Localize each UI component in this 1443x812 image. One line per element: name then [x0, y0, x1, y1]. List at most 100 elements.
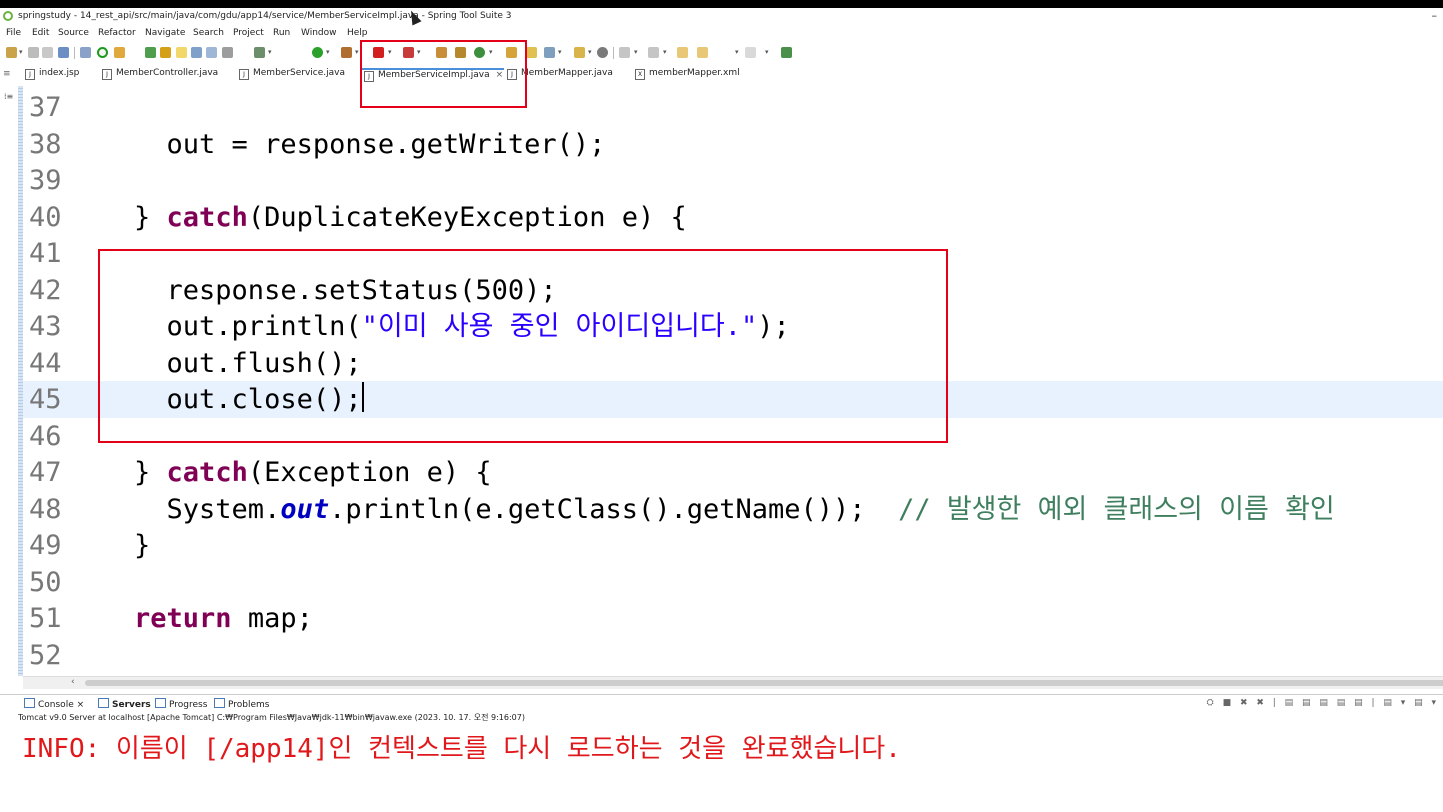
tab-member-service[interactable]: J MemberService.java [239, 68, 345, 85]
keyword: catch [166, 457, 248, 488]
menu-run[interactable]: Run [273, 28, 290, 38]
debug-icon[interactable] [97, 47, 108, 58]
console-toolbar[interactable]: ⛭ ■ ✖ ✖ | ▤ ▤ ▤ ▤ ▤ | ▤ ▾ ▤ ▾ [1207, 698, 1439, 708]
line-number: 47 [29, 457, 62, 488]
search-icon[interactable] [526, 47, 537, 58]
menu-bar: File Edit Source Refactor Navigate Searc… [0, 26, 1443, 42]
chevron-down-icon[interactable]: ▾ [588, 48, 592, 56]
build-icon[interactable] [254, 47, 265, 58]
menu-project[interactable]: Project [233, 28, 264, 38]
code-line: 52 [23, 637, 1443, 674]
tab-label: index.jsp [39, 68, 80, 78]
tab-progress[interactable]: Progress [155, 698, 207, 710]
new-icon[interactable] [6, 47, 17, 58]
menu-refactor[interactable]: Refactor [98, 28, 136, 38]
chevron-down-icon[interactable]: ▾ [663, 48, 667, 56]
code-text: map; [231, 603, 313, 634]
forward-icon[interactable] [745, 47, 756, 58]
menu-navigate[interactable]: Navigate [145, 28, 185, 38]
highlight-icon[interactable] [176, 47, 187, 58]
wand-icon[interactable] [160, 47, 171, 58]
line-number: 39 [29, 165, 62, 196]
save-all-icon[interactable] [42, 47, 53, 58]
menu-source[interactable]: Source [58, 28, 89, 38]
globe-icon[interactable] [597, 47, 608, 58]
tab-member-mapper-xml[interactable]: XmemberMapper.xml [635, 68, 740, 85]
external-tools-icon[interactable] [341, 47, 352, 58]
jsp-file-icon: J [25, 69, 35, 80]
editor-tab-bar: ≡ Jindex.jsp J MemberController.java J Mem… [0, 64, 1443, 87]
tab-index-jsp[interactable]: Jindex.jsp [25, 68, 79, 85]
screen-top-edge [0, 0, 1443, 8]
save-icon[interactable] [28, 47, 39, 58]
left-trim: ⁞≡ [0, 86, 18, 676]
previous-annotation-icon[interactable] [648, 47, 659, 58]
skip-breakpoints-icon[interactable] [80, 47, 91, 58]
chevron-down-icon[interactable]: ▾ [355, 48, 359, 56]
code-text: } [69, 457, 167, 488]
java-file-icon: J [239, 69, 249, 80]
menu-window[interactable]: Window [301, 28, 337, 38]
problems-icon [214, 698, 225, 708]
line-number: 44 [29, 348, 62, 379]
menu-edit[interactable]: Edit [32, 28, 49, 38]
code-line: 49 } [23, 527, 1443, 564]
horizontal-scrollbar[interactable]: ‹ [23, 676, 1443, 689]
annotation-box-tab [360, 40, 527, 108]
open-type-icon[interactable] [191, 47, 202, 58]
back-icon[interactable] [697, 47, 708, 58]
paragraph-icon[interactable] [222, 47, 233, 58]
tab-member-controller[interactable]: J MemberController.java [102, 68, 218, 85]
last-edit-icon[interactable] [677, 47, 688, 58]
tab-label: MemberService.java [253, 68, 345, 78]
print-icon[interactable] [58, 47, 69, 58]
scroll-left-icon[interactable]: ‹ [71, 677, 75, 687]
annotation-box-code [98, 249, 948, 443]
keyword: return [134, 603, 232, 634]
outline-toggle-icon[interactable]: ⁞≡ [4, 92, 13, 101]
refresh-icon[interactable] [114, 47, 125, 58]
menu-search[interactable]: Search [193, 28, 224, 38]
line-number: 50 [29, 567, 62, 598]
servers-icon [98, 698, 109, 708]
pin-editor-icon[interactable] [781, 47, 792, 58]
console-process-description: Tomcat v9.0 Server at localhost [Apache … [18, 713, 525, 722]
close-icon[interactable]: × [77, 700, 85, 710]
console-tab-bar: Console × Servers Progress Problems ⛭ ■ … [0, 694, 1443, 713]
chevron-down-icon[interactable]: ▾ [326, 48, 330, 56]
code-text: } [69, 530, 151, 561]
tab-label: Servers [112, 700, 151, 710]
chevron-down-icon[interactable]: ▾ [634, 48, 638, 56]
next-annotation-icon[interactable] [619, 47, 630, 58]
menu-help[interactable]: Help [347, 28, 368, 38]
view-menu-icon[interactable]: ≡ [3, 69, 11, 79]
tab-label: Progress [169, 700, 208, 710]
console-output[interactable]: INFO: 이름이 [/app14]인 컨텍스트를 다시 로드하는 것을 완료했… [18, 724, 1443, 812]
run-server-icon[interactable] [145, 47, 156, 58]
annotation-icon[interactable] [574, 47, 585, 58]
chevron-down-icon[interactable]: ▾ [558, 48, 562, 56]
line-number: 43 [29, 311, 62, 342]
open-resource-icon[interactable] [206, 47, 217, 58]
spring-tool-suite-icon [3, 11, 13, 21]
keyword: catch [166, 202, 248, 233]
code-comment: // 발생한 예외 클래스의 이름 확인 [898, 494, 1335, 525]
line-number: 52 [29, 640, 62, 671]
chevron-down-icon[interactable]: ▾ [765, 48, 769, 56]
chevron-down-icon[interactable]: ▾ [19, 48, 23, 56]
chevron-down-icon[interactable]: ▾ [268, 48, 272, 56]
tab-console[interactable]: Console × [24, 698, 84, 710]
tab-servers[interactable]: Servers [98, 698, 151, 710]
run-icon[interactable] [312, 47, 323, 58]
menu-file[interactable]: File [6, 28, 21, 38]
tab-label: Problems [228, 700, 270, 710]
pen-icon[interactable] [544, 47, 555, 58]
scrollbar-thumb[interactable] [85, 680, 1443, 686]
code-text: out = response.getWriter(); [69, 129, 606, 160]
chevron-down-icon[interactable]: ▾ [735, 48, 739, 56]
tab-label: MemberMapper.java [521, 68, 613, 78]
tab-problems[interactable]: Problems [214, 698, 269, 710]
line-number: 45 [29, 384, 62, 415]
minimize-button[interactable]: – [1432, 9, 1438, 22]
